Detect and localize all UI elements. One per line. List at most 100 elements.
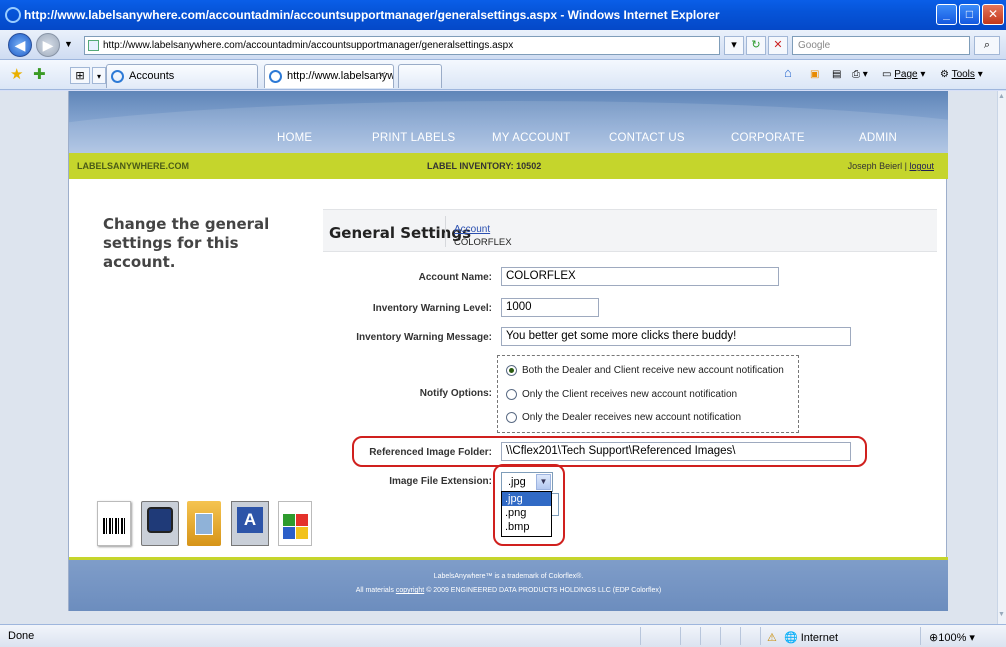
color-palette-icon [278, 501, 312, 546]
folder-icon [187, 501, 221, 546]
footer-copyright-text: © 2009 ENGINEERED DATA PRODUCTS HOLDINGS… [426, 587, 662, 594]
print-icon[interactable]: ⎙ ▾ [852, 68, 868, 82]
favorites-star-icon[interactable]: ★ [10, 65, 23, 83]
security-zone[interactable]: ⚠ 🌐 Internet [760, 627, 910, 645]
vertical-scrollbar[interactable]: ▲ ▼ [997, 91, 1006, 624]
add-favorites-icon[interactable]: ✚ [33, 65, 46, 83]
maximize-icon[interactable]: □ [959, 4, 980, 25]
read-mail-icon[interactable]: ▤ [832, 68, 841, 82]
footer-trademark: LabelsAnywhere™ is a trademark of Colorf… [433, 573, 584, 580]
radio-client-only-label[interactable]: Only the Client receives new account not… [522, 389, 737, 400]
radio-dealer-only[interactable] [506, 412, 517, 423]
font-glyph: A [237, 507, 263, 533]
monitor-screen [147, 507, 173, 533]
scroll-up-icon[interactable]: ▲ [998, 93, 1005, 100]
menu-print-labels[interactable]: PRINT LABELS [372, 132, 455, 144]
page-menu-label: Page [894, 69, 918, 80]
radio-both[interactable] [506, 365, 517, 376]
menu-my-account[interactable]: MY ACCOUNT [492, 132, 570, 144]
ie-logo-icon [5, 7, 21, 23]
user-name: Joseph Beierl | [847, 161, 907, 171]
tools-menu[interactable]: ⚙ Tools ▾ [940, 68, 983, 82]
quick-tabs-icon[interactable]: ⊞ [70, 67, 90, 84]
logout-link[interactable]: logout [909, 161, 934, 171]
menu-contact-us[interactable]: CONTACT US [609, 132, 685, 144]
status-cell [680, 627, 681, 645]
site-brand[interactable]: LABELSANYWHERE.COM [77, 153, 189, 179]
browser-viewport: HOME PRINT LABELS MY ACCOUNT CONTACT US … [0, 91, 997, 624]
page-icon [88, 40, 99, 51]
search-icon[interactable]: ⌕ [974, 36, 1000, 55]
page-menu[interactable]: ▭ Page ▾ [882, 68, 925, 82]
settings-header-panel: General Settings Account COLORFLEX [323, 209, 937, 252]
stop-icon[interactable]: ✕ [768, 36, 788, 55]
tab-accounts[interactable]: Accounts [106, 64, 258, 88]
search-input[interactable]: Google [792, 36, 970, 55]
radio-both-label[interactable]: Both the Dealer and Client receive new a… [522, 365, 784, 376]
ref-folder-label: Referenced Image Folder: [369, 447, 492, 458]
ext-option-jpg[interactable]: .jpg [502, 492, 551, 506]
back-button[interactable]: ◀ [8, 33, 32, 57]
address-dropdown-icon[interactable]: ▾ [724, 36, 744, 55]
window-title-bar[interactable]: http://www.labelsanywhere.com/accountadm… [0, 0, 1006, 30]
status-cell [700, 627, 701, 645]
tab-list-icon[interactable]: ▾ [92, 67, 106, 84]
intro-text: Change the general settings for this acc… [103, 215, 270, 271]
history-dropdown-icon[interactable]: ▼ [64, 39, 73, 49]
barcode-icon [97, 501, 131, 546]
warning-level-label: Inventory Warning Level: [372, 303, 492, 314]
swatch-yellow [296, 527, 308, 539]
forward-button[interactable]: ▶ [36, 33, 60, 57]
minimize-icon[interactable]: _ [936, 4, 957, 25]
ref-folder-value: \\Cflex201\Tech Support\Referenced Image… [506, 445, 736, 457]
warning-message-label: Inventory Warning Message: [356, 332, 492, 343]
notify-options-group: Both the Dealer and Client receive new a… [497, 355, 799, 433]
zone-label: Internet [800, 632, 839, 644]
zoom-control[interactable]: ⊕100% ▾ [920, 627, 1006, 645]
warning-message-field[interactable]: You better get some more clicks there bu… [501, 327, 851, 346]
swatch-green [283, 514, 295, 526]
tab-generalsettings[interactable]: http://www.labelsanywh... ✕ [264, 64, 394, 88]
ext-option-png[interactable]: .png [502, 506, 551, 520]
label-inventory: LABEL INVENTORY: 10502 [427, 161, 542, 171]
gear-icon: ⚙ [940, 69, 952, 80]
header-wave-decoration [69, 101, 948, 153]
swatch-red [296, 514, 308, 526]
ext-dropdown-list: .jpg .png .bmp [501, 491, 552, 537]
info-bar: LABELSANYWHERE.COM LABEL INVENTORY: 1050… [69, 153, 948, 179]
ref-folder-field[interactable]: \\Cflex201\Tech Support\Referenced Image… [501, 442, 851, 461]
address-input[interactable]: http://www.labelsanywhere.com/accountadm… [84, 36, 720, 55]
tab-close-icon[interactable]: ✕ [378, 65, 387, 87]
warning-level-field[interactable]: 1000 [501, 298, 599, 317]
tab-label: Accounts [129, 70, 175, 82]
home-icon[interactable]: ⌂ [784, 66, 792, 80]
ext-label: Image File Extension: [389, 476, 492, 487]
breadcrumb-account-link[interactable]: Account [454, 224, 490, 235]
close-icon[interactable]: ✕ [982, 4, 1004, 25]
site-header: HOME PRINT LABELS MY ACCOUNT CONTACT US … [69, 91, 948, 153]
menu-home[interactable]: HOME [277, 132, 312, 144]
account-name-field[interactable]: COLORFLEX [501, 267, 779, 286]
radio-dealer-only-label[interactable]: Only the Dealer receives new account not… [522, 412, 741, 423]
status-text: Done [8, 630, 35, 642]
new-tab-button[interactable] [398, 64, 442, 88]
copyright-link[interactable]: copyright [396, 587, 424, 594]
search-placeholder: Google [798, 40, 831, 51]
panel-divider [445, 216, 446, 247]
protected-mode-icon: ⚠ [767, 632, 777, 644]
tab-bar: ★ ✚ ⊞ ▾ Accounts http://www.labelsanywh.… [0, 60, 1006, 90]
radio-client-only[interactable] [506, 389, 517, 400]
address-toolbar: ◀ ▶ ▼ http://www.labelsanywhere.com/acco… [0, 30, 1006, 60]
ie-page-icon [111, 70, 124, 83]
menu-admin[interactable]: ADMIN [859, 132, 897, 144]
footer-copyright-prefix: All materials [355, 587, 394, 594]
scroll-down-icon[interactable]: ▼ [998, 611, 1005, 618]
chevron-down-icon[interactable]: ▼ [536, 474, 551, 490]
address-url: http://www.labelsanywhere.com/accountadm… [103, 40, 514, 51]
feeds-icon[interactable]: ▣ [810, 68, 819, 82]
refresh-icon[interactable]: ↻ [746, 36, 766, 55]
ext-option-bmp[interactable]: .bmp [502, 520, 551, 534]
menu-corporate[interactable]: CORPORATE [731, 132, 805, 144]
window-title: http://www.labelsanywhere.com/accountadm… [24, 8, 720, 22]
ext-select[interactable]: .jpg ▼ [501, 472, 553, 492]
